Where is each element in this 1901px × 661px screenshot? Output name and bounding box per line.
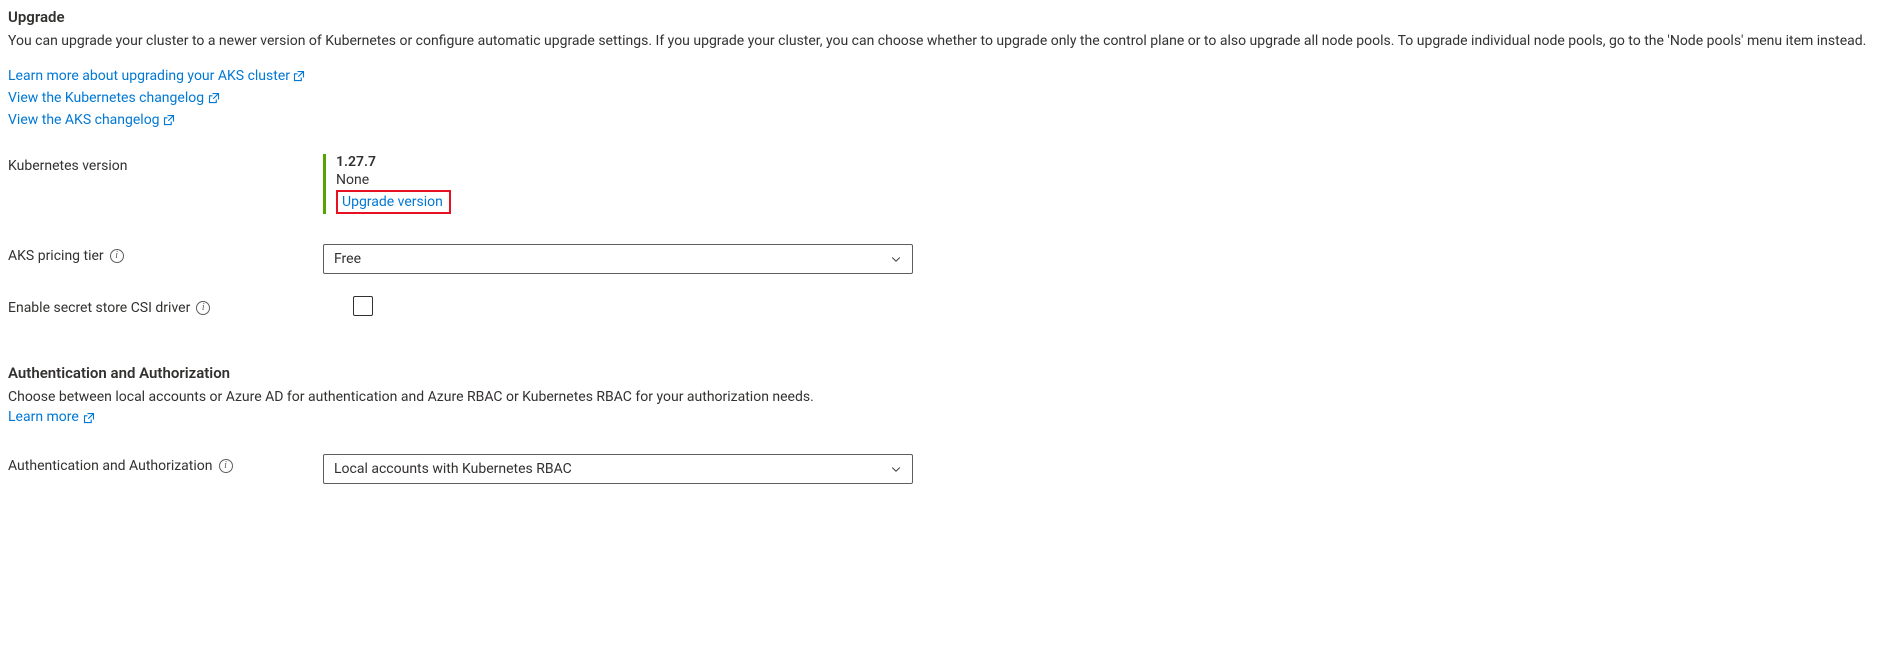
external-link-icon bbox=[208, 92, 220, 104]
upgrade-description: You can upgrade your cluster to a newer … bbox=[8, 32, 1888, 52]
external-link-icon bbox=[293, 70, 305, 82]
pricing-tier-label: AKS pricing tier i bbox=[8, 244, 323, 264]
info-icon[interactable]: i bbox=[110, 249, 124, 263]
chevron-down-icon bbox=[890, 253, 902, 265]
link-text: View the Kubernetes changelog bbox=[8, 90, 204, 106]
kube-version-block: 1.27.7 None Upgrade version bbox=[323, 154, 451, 214]
pricing-tier-select[interactable]: Free bbox=[323, 244, 913, 274]
info-icon[interactable]: i bbox=[219, 459, 233, 473]
label-text: Authentication and Authorization bbox=[8, 458, 213, 474]
kube-version-label: Kubernetes version bbox=[8, 154, 323, 174]
external-link-icon bbox=[83, 412, 95, 424]
chevron-down-icon bbox=[890, 463, 902, 475]
kube-changelog-link[interactable]: View the Kubernetes changelog bbox=[8, 88, 1893, 108]
auth-section: Authentication and Authorization Choose … bbox=[8, 364, 1893, 483]
external-link-icon bbox=[163, 114, 175, 126]
auth-learn-more-link[interactable]: Learn more bbox=[8, 408, 95, 428]
auth-select[interactable]: Local accounts with Kubernetes RBAC bbox=[323, 454, 913, 484]
select-value: Local accounts with Kubernetes RBAC bbox=[334, 461, 572, 477]
link-text: Learn more about upgrading your AKS clus… bbox=[8, 68, 290, 84]
link-text: View the AKS changelog bbox=[8, 112, 160, 128]
aks-changelog-link[interactable]: View the AKS changelog bbox=[8, 110, 1893, 130]
csi-driver-checkbox[interactable] bbox=[353, 296, 373, 316]
csi-driver-label: Enable secret store CSI driver i bbox=[8, 296, 323, 316]
auth-description: Choose between local accounts or Azure A… bbox=[8, 388, 888, 427]
upgrade-version-highlight: Upgrade version bbox=[336, 190, 451, 214]
label-text: Enable secret store CSI driver bbox=[8, 300, 190, 316]
select-value: Free bbox=[334, 251, 361, 267]
label-text: Kubernetes version bbox=[8, 158, 127, 174]
auth-heading: Authentication and Authorization bbox=[8, 364, 1893, 382]
link-text: Learn more bbox=[8, 408, 79, 428]
upgrade-section: Upgrade You can upgrade your cluster to … bbox=[8, 8, 1893, 316]
kube-version-subtext: None bbox=[336, 172, 451, 188]
upgrade-heading: Upgrade bbox=[8, 8, 1893, 26]
upgrade-version-link[interactable]: Upgrade version bbox=[342, 194, 443, 210]
kube-version-value: 1.27.7 bbox=[336, 154, 451, 170]
info-icon[interactable]: i bbox=[196, 301, 210, 315]
auth-field-label: Authentication and Authorization i bbox=[8, 454, 323, 474]
label-text: AKS pricing tier bbox=[8, 248, 104, 264]
learn-more-upgrading-link[interactable]: Learn more about upgrading your AKS clus… bbox=[8, 66, 1893, 86]
desc-text: Choose between local accounts or Azure A… bbox=[8, 389, 814, 405]
